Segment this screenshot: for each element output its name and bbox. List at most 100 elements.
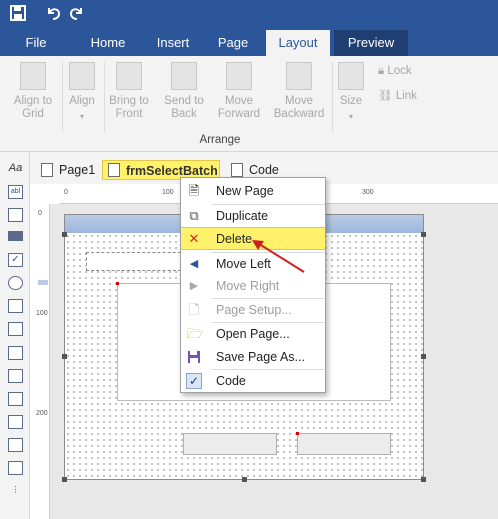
align-label: Align [69,95,95,107]
resize-handle[interactable] [421,232,426,237]
menu-item-label: Save Page As... [216,350,305,364]
align-to-grid-button[interactable]: Align to Grid [8,62,58,121]
checkbox-tool-icon[interactable]: ✓ [8,253,23,267]
ruler-tick-label: 100 [36,310,48,317]
move-forward-label: Move Forward [217,95,261,120]
code-page-icon [231,163,243,177]
menu-item-label: Move Right [216,279,280,293]
resize-handle[interactable] [421,477,426,482]
vertical-ruler: 0 100 200 [36,204,50,519]
menu-item-move-left[interactable]: ◀ Move Left [181,253,325,275]
redo-icon[interactable] [66,5,86,25]
tab-layout[interactable]: Layout [266,30,330,56]
menu-item-move-right[interactable]: ▶ Move Right [181,275,325,297]
tab-file[interactable]: File [14,30,58,56]
size-icon [338,62,364,90]
open-folder-icon: 🗁︎ [187,326,204,341]
tab-preview[interactable]: Preview [334,30,408,56]
menu-item-open-page[interactable]: 🗁︎ Open Page... [181,323,325,345]
table-grid-tool-icon[interactable] [8,461,23,475]
send-to-back-label: Send to Back [164,95,204,120]
resize-handle[interactable] [62,354,67,359]
tab-insert[interactable]: Insert [148,30,198,56]
align-to-grid-label: Align to Grid [13,95,53,120]
undo-icon[interactable] [44,5,64,25]
link-icon: ⛓︎ [378,90,393,102]
table-tool-icon[interactable] [8,346,23,360]
menu-item-delete[interactable]: ✕ Delete [181,227,325,250]
text-field-control[interactable] [86,252,186,271]
ruler-tick-label: 200 [36,410,48,417]
image-tool-icon[interactable] [8,438,23,452]
ribbon-separator [104,62,105,132]
save-icon [187,350,201,364]
size-button[interactable]: Size ▾ [334,62,368,123]
form-button-control[interactable] [183,433,277,455]
send-to-back-button[interactable]: Send to Back [160,62,208,121]
menu-item-page-setup[interactable]: 🗋︎ Page Setup... [181,299,325,321]
bring-to-front-icon [116,62,142,90]
menu-item-code[interactable]: ✓ Code [181,370,325,392]
listbox-tool-icon[interactable] [8,299,23,313]
align-button[interactable]: Align ▾ [64,62,100,123]
ruler-marker [38,280,48,285]
form-page-icon [108,163,120,177]
ribbon-separator [62,62,63,132]
save-icon[interactable] [8,5,28,25]
menu-item-duplicate[interactable]: ⧉ Duplicate [181,205,325,227]
menu-item-new-page[interactable]: 🗎︎ New Page [181,180,325,202]
menu-item-label: Open Page... [216,327,290,341]
resize-handle[interactable] [62,232,67,237]
link-label: Link [395,90,417,102]
form-tool-icon[interactable] [8,369,23,383]
bring-to-front-button[interactable]: Bring to Front [106,62,152,121]
lock-icon: 🔒︎ [378,65,385,77]
tab-page[interactable]: Page [210,30,256,56]
ribbon-tabs: File Home Insert Page Layout Preview [0,30,498,56]
combobox-tool-icon[interactable] [8,208,23,222]
page-tab-label: frmSelectBatch [126,164,218,178]
form-button-control[interactable] [297,433,391,455]
textbox-tool-icon[interactable]: abl [8,185,23,199]
chart-tool-icon[interactable] [8,392,23,406]
resize-handle[interactable] [62,477,67,482]
radio-tool-icon[interactable] [8,276,23,290]
label-tool-icon[interactable]: Aa [8,162,23,176]
ruler-tick-label: 0 [64,189,68,196]
resize-handle[interactable] [421,354,426,359]
page-tab-page1[interactable]: Page1 [36,160,98,180]
button-tool-icon[interactable] [8,231,23,241]
menu-item-label: New Page [216,184,274,198]
page-icon [41,163,53,177]
link-button[interactable]: ⛓︎ Link [378,88,417,102]
duplicate-icon: ⧉ [189,208,199,223]
send-to-back-icon [171,62,197,90]
tab-home[interactable]: Home [82,30,134,56]
toolbox: Aa abl ✓ ⋮ [0,152,30,519]
menu-item-label: Delete [216,232,253,246]
move-backward-label: Move Backward [273,95,325,120]
move-forward-button[interactable]: Move Forward [214,62,264,121]
move-forward-icon [226,62,252,90]
page-setup-icon: 🗋︎ [188,302,200,317]
tree-tool-icon[interactable]: ⋮ [8,484,23,498]
anchor-marker [116,282,119,285]
grid-tool-icon[interactable] [8,322,23,336]
menu-item-label: Page Setup... [216,303,292,317]
new-page-icon: 🗎︎ [188,183,200,198]
check-icon: ✓ [186,373,202,389]
menu-item-label: Move Left [216,257,271,271]
numeric-tool-icon[interactable] [8,415,23,429]
ribbon-separator [332,62,333,132]
page-tab-context-menu: 🗎︎ New Page ⧉ Duplicate ✕ Delete ◀ Move … [180,177,326,393]
resize-handle[interactable] [242,477,247,482]
lock-button[interactable]: 🔒︎ Lock [378,65,412,78]
size-label: Size [339,95,363,107]
move-backward-button[interactable]: Move Backward [270,62,328,121]
delete-x-icon: ✕ [188,231,200,246]
ruler-tick-label: 100 [162,189,174,196]
menu-item-save-page-as[interactable]: Save Page As... [181,346,325,368]
anchor-marker [296,432,299,435]
move-backward-icon [286,62,312,90]
menu-item-label: Code [216,374,246,388]
